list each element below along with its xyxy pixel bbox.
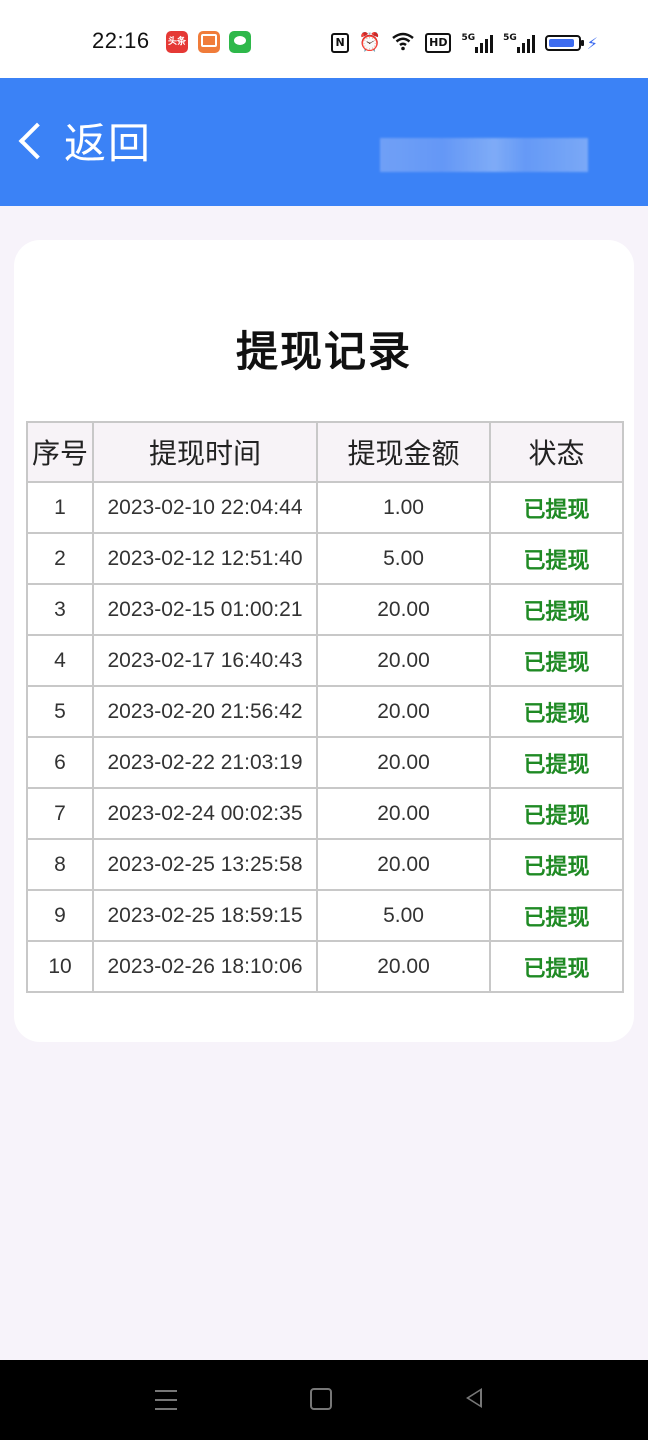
cell-status: 已提现 — [489, 940, 624, 993]
back-nav-icon[interactable] — [466, 1388, 482, 1408]
cell-amount: 20.00 — [316, 838, 491, 891]
cell-no: 1 — [26, 481, 94, 534]
page-title: 提现记录 — [235, 327, 412, 376]
cell-no: 9 — [26, 889, 94, 942]
status-icons: N ⏰ HD 5G 5G ⚡ — [331, 30, 598, 56]
cell-amount: 5.00 — [316, 889, 491, 942]
cell-time: 2023-02-24 00:02:35 — [92, 787, 318, 840]
cell-status: 已提现 — [489, 736, 624, 789]
signal-label: 5G — [461, 33, 476, 43]
cell-time: 2023-02-26 18:10:06 — [92, 940, 318, 993]
cell-no: 7 — [26, 787, 94, 840]
home-icon[interactable] — [310, 1388, 332, 1410]
table-row: 8 2023-02-25 13:25:58 20.00 已提现 — [26, 838, 624, 891]
app-header: 返回 — [0, 78, 648, 206]
signal-5g-icon-1: 5G — [461, 33, 494, 53]
cell-amount: 20.00 — [316, 583, 491, 636]
column-header-status: 状态 — [489, 421, 624, 483]
cell-no: 8 — [26, 838, 94, 891]
battery-fill — [548, 39, 574, 47]
back-button[interactable]: 返回 — [12, 110, 152, 171]
table-row: 3 2023-02-15 01:00:21 20.00 已提现 — [26, 583, 624, 636]
cell-no: 2 — [26, 532, 94, 585]
cell-status: 已提现 — [489, 889, 624, 942]
table-row: 6 2023-02-22 21:03:19 20.00 已提现 — [26, 736, 624, 789]
cell-amount: 20.00 — [316, 736, 491, 789]
cell-status: 已提现 — [489, 481, 624, 534]
cell-time: 2023-02-25 13:25:58 — [92, 838, 318, 891]
cell-status: 已提现 — [489, 685, 624, 738]
toutiao-icon: 头条 — [166, 31, 188, 53]
column-header-no: 序号 — [26, 421, 94, 483]
table-row: 9 2023-02-25 18:59:15 5.00 已提现 — [26, 889, 624, 942]
cell-status: 已提现 — [489, 634, 624, 687]
cell-status: 已提现 — [489, 583, 624, 636]
cell-time: 2023-02-25 18:59:15 — [92, 889, 318, 942]
records-table: 序号 提现时间 提现金额 状态 1 2023-02-10 22:04:44 1.00… — [26, 421, 624, 993]
hd-icon: HD — [425, 33, 452, 53]
cell-amount: 20.00 — [316, 787, 491, 840]
status-bar: 22:16 头条 N ⏰ HD 5G 5G ⚡ — [0, 0, 648, 78]
back-label: 返回 — [64, 119, 153, 168]
cell-no: 5 — [26, 685, 94, 738]
alarm-icon: ⏰ — [358, 32, 382, 53]
wifi-icon — [391, 31, 415, 55]
cell-time: 2023-02-20 21:56:42 — [92, 685, 318, 738]
cell-status: 已提现 — [489, 787, 624, 840]
cell-time: 2023-02-12 12:51:40 — [92, 532, 318, 585]
cell-amount: 20.00 — [316, 940, 491, 993]
signal-label: 5G — [503, 33, 517, 43]
wechat-icon — [229, 31, 251, 53]
table-row: 2 2023-02-12 12:51:40 5.00 已提现 — [26, 532, 624, 585]
system-nav-bar — [0, 1360, 648, 1440]
table-row: 4 2023-02-17 16:40:43 20.00 已提现 — [26, 634, 624, 687]
cell-status: 已提现 — [489, 532, 624, 585]
table-row: 1 2023-02-10 22:04:44 1.00 已提现 — [26, 481, 624, 534]
cell-status: 已提现 — [489, 838, 624, 891]
cell-no: 6 — [26, 736, 94, 789]
cell-no: 4 — [26, 634, 94, 687]
cell-time: 2023-02-10 22:04:44 — [92, 481, 318, 534]
withdrawal-records-card: 提现记录 序号 提现时间 提现金额 状态 1 2023-02-10 22:04:4… — [14, 240, 634, 1042]
cell-time: 2023-02-22 21:03:19 — [92, 736, 318, 789]
column-header-time: 提现时间 — [92, 421, 318, 483]
menu-icon[interactable] — [155, 1390, 177, 1417]
table-row: 10 2023-02-26 18:10:06 20.00 已提现 — [26, 940, 624, 993]
table-header-row: 序号 提现时间 提现金额 状态 — [26, 421, 624, 483]
table-row: 7 2023-02-24 00:02:35 20.00 已提现 — [26, 787, 624, 840]
nfc-icon: N — [331, 33, 349, 53]
chevron-left-icon — [18, 122, 56, 159]
orange-app-icon — [198, 31, 220, 53]
cell-amount: 1.00 — [316, 481, 491, 534]
status-time: 22:16 — [92, 28, 150, 53]
cell-no: 3 — [26, 583, 94, 636]
charging-icon: ⚡ — [586, 33, 598, 53]
table-row: 5 2023-02-20 21:56:42 20.00 已提现 — [26, 685, 624, 738]
column-header-amount: 提现金额 — [316, 421, 491, 483]
cell-amount: 20.00 — [316, 685, 491, 738]
cell-time: 2023-02-15 01:00:21 — [92, 583, 318, 636]
blurred-region — [380, 138, 588, 172]
cell-amount: 5.00 — [316, 532, 491, 585]
cell-amount: 20.00 — [316, 634, 491, 687]
battery-icon — [544, 35, 584, 51]
signal-5g-icon-2: 5G — [503, 33, 535, 53]
cell-time: 2023-02-17 16:40:43 — [92, 634, 318, 687]
cell-no: 10 — [26, 940, 94, 993]
